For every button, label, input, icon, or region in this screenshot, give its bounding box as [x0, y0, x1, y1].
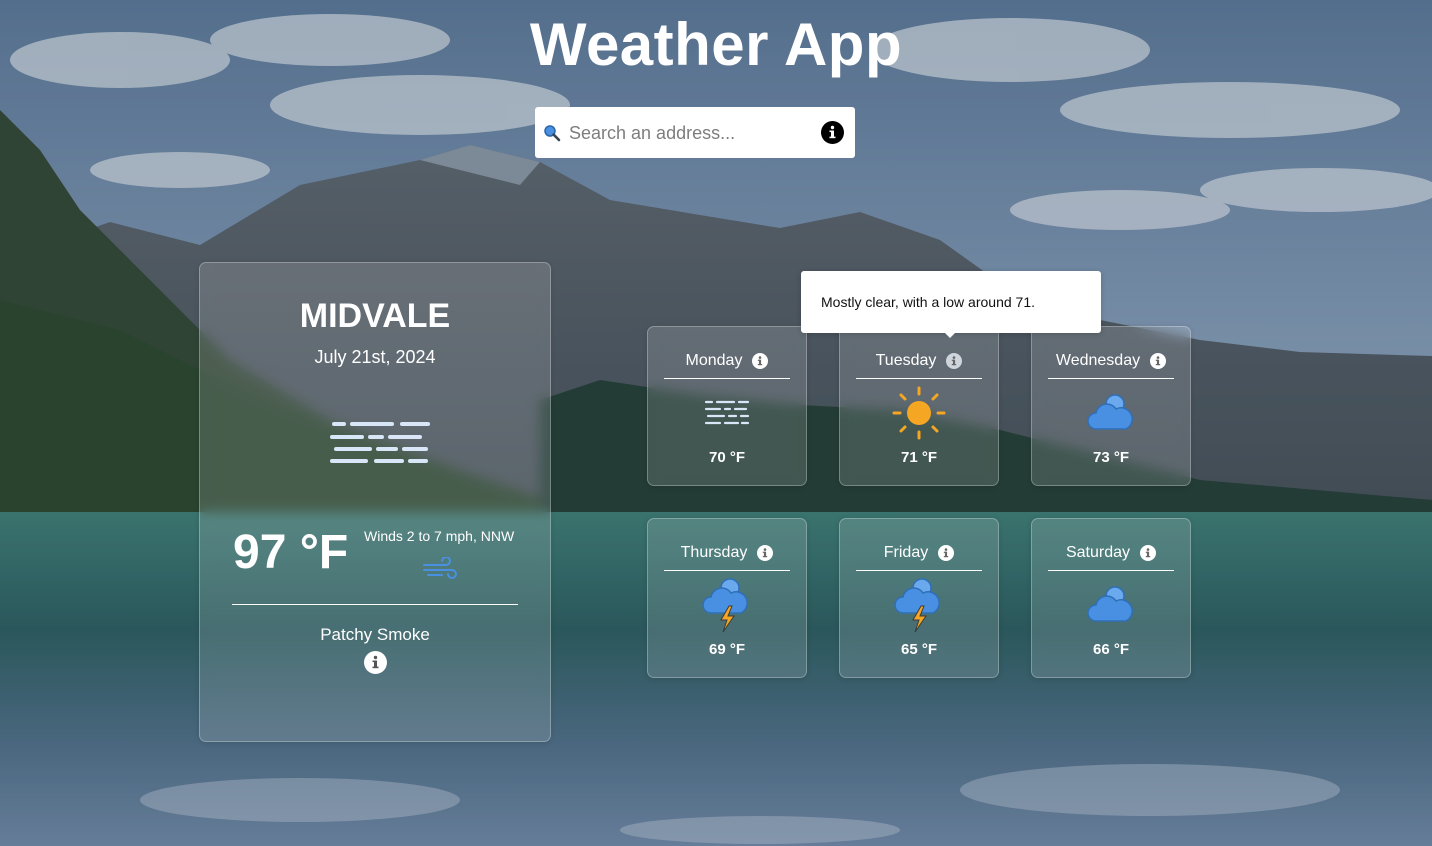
day-temperature: 66 °F — [1092, 641, 1129, 658]
city-name: MIDVALE — [299, 297, 451, 335]
day-temperature: 65 °F — [900, 641, 937, 658]
tooltip-text: Mostly clear, with a low around 71. — [821, 294, 1035, 310]
day-header: Friday — [856, 543, 982, 571]
forecast-card-wednesday: Wednesday 73 °F — [1031, 326, 1191, 486]
current-date: July 21st, 2024 — [314, 347, 436, 367]
thunderstorm-icon — [891, 577, 947, 633]
day-name: Friday — [883, 544, 929, 561]
search-bar — [535, 107, 855, 158]
current-condition: Patchy Smoke — [320, 625, 430, 644]
day-header: Monday — [664, 351, 790, 379]
info-icon[interactable] — [757, 545, 774, 561]
cloud-icon — [1083, 385, 1139, 441]
smoke-icon — [699, 385, 755, 441]
forecast-card-thursday: Thursday 69 °F — [647, 518, 807, 678]
app-title: Weather App — [529, 11, 903, 78]
day-temperature: 71 °F — [900, 449, 937, 466]
day-name: Thursday — [680, 544, 748, 561]
day-header: Wednesday — [1048, 351, 1174, 379]
sun-icon — [891, 385, 947, 441]
info-icon[interactable] — [752, 353, 769, 369]
forecast-card-saturday: Saturday 66 °F — [1031, 518, 1191, 678]
info-icon[interactable] — [938, 545, 955, 561]
smoke-icon — [330, 419, 430, 469]
day-temperature: 70 °F — [708, 449, 745, 466]
forecast-tooltip: Mostly clear, with a low around 71. — [801, 271, 1101, 338]
search-icon — [543, 124, 561, 142]
current-temperature: 97 °F — [233, 526, 349, 579]
cloud-icon — [1083, 577, 1139, 633]
day-header: Thursday — [664, 543, 790, 571]
day-header: Tuesday — [856, 351, 982, 379]
day-header: Saturday — [1048, 543, 1174, 571]
day-temperature: 69 °F — [708, 641, 745, 658]
day-name: Wednesday — [1055, 352, 1141, 369]
info-icon[interactable] — [1150, 353, 1167, 369]
info-icon[interactable] — [946, 353, 963, 369]
day-name: Monday — [685, 352, 743, 369]
forecast-card-monday: Monday 70 °F — [647, 326, 807, 486]
day-name: Saturday — [1065, 544, 1131, 561]
search-info-icon[interactable] — [821, 121, 844, 144]
thunderstorm-icon — [699, 577, 755, 633]
current-weather-card: MIDVALE July 21st, 2024 97 °F Winds 2 to… — [199, 262, 551, 742]
day-name: Tuesday — [875, 352, 937, 369]
card-divider — [232, 604, 518, 605]
wind-icon — [422, 556, 460, 581]
search-input[interactable] — [569, 117, 809, 149]
forecast-card-friday: Friday 65 °F — [839, 518, 999, 678]
info-icon[interactable] — [1140, 545, 1157, 561]
day-temperature: 73 °F — [1092, 449, 1129, 466]
condition-info-icon[interactable] — [364, 651, 387, 674]
tooltip-arrow — [943, 331, 957, 338]
forecast-card-tuesday: Tuesday 71 °F — [839, 326, 999, 486]
wind-description: Winds 2 to 7 mph, NNW — [364, 528, 515, 544]
